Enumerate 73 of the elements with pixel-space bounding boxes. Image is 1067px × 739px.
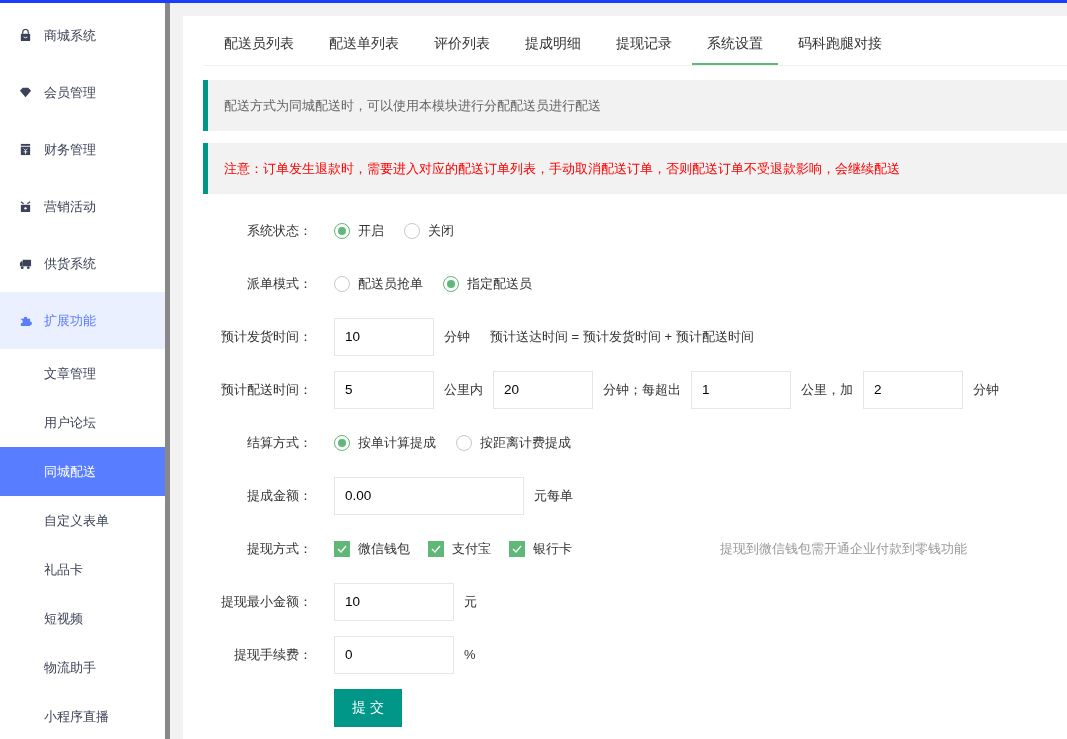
field-label: 预计发货时间： bbox=[220, 327, 313, 346]
hint-text: 提现到微信钱包需开通企业付款到零钱功能 bbox=[720, 539, 967, 558]
tab[interactable]: 配送单列表 bbox=[314, 29, 414, 65]
tab[interactable]: 系统设置 bbox=[692, 29, 778, 65]
sidebar-subitem[interactable]: 小程序直播 bbox=[0, 692, 165, 739]
field-label: 提成金额： bbox=[246, 486, 313, 505]
tab[interactable]: 评价列表 bbox=[419, 29, 505, 65]
sidebar-label: 营销活动 bbox=[44, 197, 96, 216]
sidebar-subitem[interactable]: 文章管理 bbox=[0, 349, 165, 398]
tab[interactable]: 提现记录 bbox=[601, 29, 687, 65]
gift-icon bbox=[19, 200, 32, 213]
input-field[interactable]: 5 bbox=[334, 370, 434, 409]
submit-button[interactable]: 提 交 bbox=[334, 688, 402, 727]
sidebar-item[interactable]: 供货系统 bbox=[0, 235, 165, 292]
notice-text: 配送方式为同城配送时，可以使用本模块进行分配配送员进行配送 bbox=[224, 96, 601, 115]
unit-text: 分钟 bbox=[444, 327, 470, 346]
radio-option[interactable]: 关闭 bbox=[404, 221, 454, 240]
input-field[interactable]: 10 bbox=[334, 582, 454, 621]
radio-option[interactable]: 指定配送员 bbox=[443, 274, 532, 293]
diamond-icon bbox=[19, 86, 32, 99]
ledger-icon bbox=[19, 143, 32, 156]
tab[interactable]: 提成明细 bbox=[510, 29, 596, 65]
sidebar-label: 商城系统 bbox=[44, 26, 96, 45]
sidebar-label: 财务管理 bbox=[44, 140, 96, 159]
field-label: 派单模式： bbox=[246, 274, 313, 293]
sidebar-item[interactable]: 财务管理 bbox=[0, 121, 165, 178]
radio-option[interactable]: 按距离计费提成 bbox=[456, 433, 571, 452]
checkbox-option[interactable]: 微信钱包 bbox=[334, 539, 410, 558]
bag-icon bbox=[19, 29, 32, 42]
unit-text: 分钟；每超出 bbox=[603, 380, 681, 399]
checkbox-option[interactable]: 支付宝 bbox=[428, 539, 491, 558]
checkbox[interactable] bbox=[509, 540, 525, 557]
sidebar-item[interactable]: 营销活动 bbox=[0, 178, 165, 235]
field-label: 预计配送时间： bbox=[220, 380, 313, 399]
sidebar-subitem[interactable]: 短视频 bbox=[0, 594, 165, 643]
unit-text: 元 bbox=[464, 592, 477, 611]
sidebar-subitem[interactable]: 物流助手 bbox=[0, 643, 165, 692]
tab[interactable]: 配送员列表 bbox=[209, 29, 309, 65]
unit-text: 公里，加 bbox=[801, 380, 853, 399]
field-label: 系统状态： bbox=[246, 221, 313, 240]
field-label: 提现最小金额： bbox=[220, 592, 313, 611]
unit-text: 分钟 bbox=[973, 380, 999, 399]
sidebar-subitem[interactable]: 自定义表单 bbox=[0, 496, 165, 545]
sidebar-subitem[interactable]: 礼品卡 bbox=[0, 545, 165, 594]
checkbox[interactable] bbox=[428, 540, 444, 557]
checkbox-option[interactable]: 银行卡 bbox=[509, 539, 572, 558]
sidebar-label: 供货系统 bbox=[44, 254, 96, 273]
field-label: 结算方式： bbox=[246, 433, 313, 452]
radio-option[interactable]: 配送员抢单 bbox=[334, 274, 423, 293]
sidebar-label: 扩展功能 bbox=[44, 311, 96, 330]
input-field[interactable]: 0.00 bbox=[334, 476, 524, 515]
field-label: 提现方式： bbox=[246, 539, 313, 558]
radio-option[interactable]: 开启 bbox=[334, 221, 384, 240]
input-field[interactable]: 1 bbox=[691, 370, 791, 409]
sidebar-label: 会员管理 bbox=[44, 83, 96, 102]
field-label: 提现手续费： bbox=[233, 645, 313, 664]
sidebar-item[interactable]: 商城系统 bbox=[0, 7, 165, 64]
input-field[interactable]: 0 bbox=[334, 635, 454, 674]
notice-text: 注意：订单发生退款时，需要进入对应的配送订单列表，手动取消配送订单，否则配送订单不受退款影响，会继续配送 bbox=[224, 159, 900, 178]
radio-option[interactable]: 按单计算提成 bbox=[334, 433, 436, 452]
truck-icon bbox=[19, 257, 32, 270]
unit-text: 预计送达时间 = 预计发货时间 + 预计配送时间 bbox=[490, 327, 754, 346]
checkbox[interactable] bbox=[334, 540, 350, 557]
sidebar-subitem[interactable]: 同城配送 bbox=[0, 447, 165, 496]
input-field[interactable]: 2 bbox=[863, 370, 963, 409]
input-field[interactable]: 20 bbox=[493, 370, 593, 409]
sidebar-item[interactable]: 会员管理 bbox=[0, 64, 165, 121]
input-field[interactable]: 10 bbox=[334, 317, 434, 356]
tab[interactable]: 码科跑腿对接 bbox=[783, 29, 897, 65]
sidebar-subitem[interactable]: 用户论坛 bbox=[0, 398, 165, 447]
unit-text: % bbox=[464, 647, 476, 662]
unit-text: 元每单 bbox=[534, 486, 573, 505]
unit-text: 公里内 bbox=[444, 380, 483, 399]
